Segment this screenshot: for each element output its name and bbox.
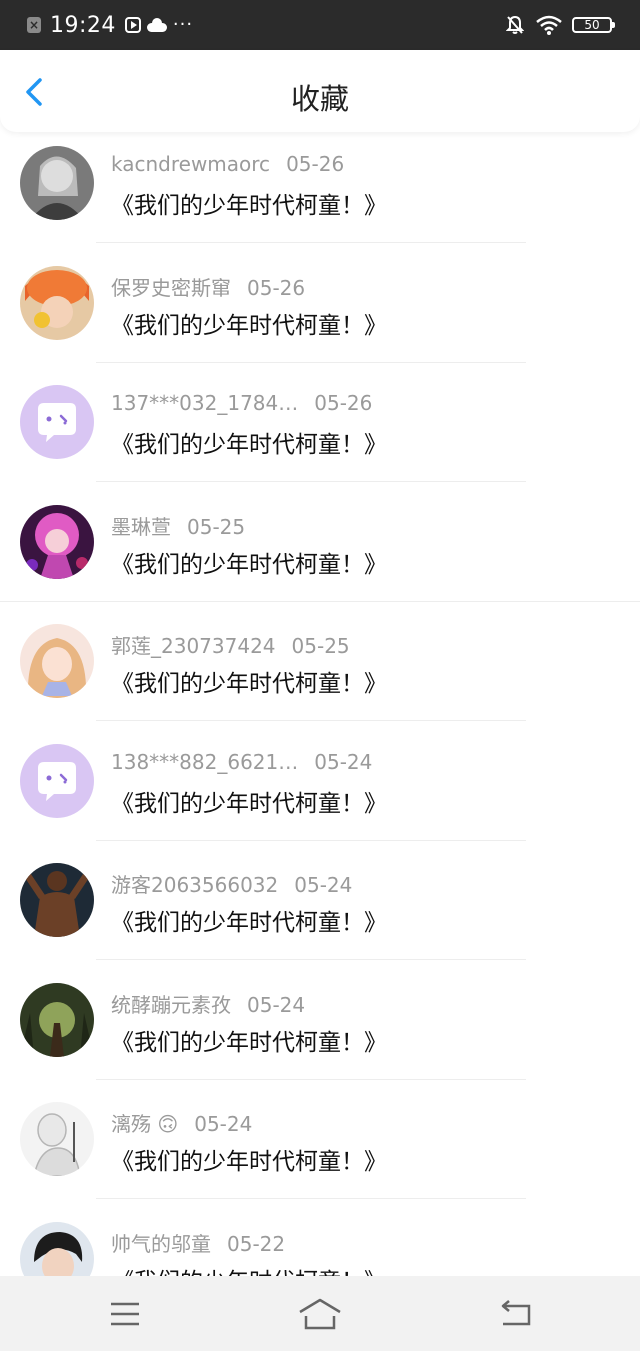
date: 05-25 <box>187 514 246 539</box>
favorite-title: 《我们的少年时代柯童！》 <box>111 910 387 936</box>
divider <box>96 361 526 363</box>
list-item[interactable]: 游客2063566032 05-24 《我们的少年时代柯童！》 <box>0 849 640 969</box>
default-avatar-icon[interactable] <box>20 743 94 818</box>
date: 05-24 <box>314 749 373 774</box>
favorite-title: 《我们的少年时代柯童！》 <box>111 1149 387 1175</box>
avatar[interactable] <box>20 265 94 340</box>
username: 统酵蹦元素孜 <box>111 992 231 1017</box>
avatar[interactable] <box>20 1102 94 1176</box>
play-icon <box>124 17 141 33</box>
page-title: 收藏 <box>290 82 349 116</box>
favorites-list: kacndrewmaorc 05-26 《我们的少年时代柯童！》 保罗史密斯窜 05… <box>0 132 640 1327</box>
menu-icon[interactable] <box>103 1298 147 1330</box>
date: 05-26 <box>314 391 373 415</box>
favorite-title: 《我们的少年时代柯童！》 <box>111 1029 387 1056</box>
divider <box>96 839 526 841</box>
navigation-bar: 收藏 <box>0 50 640 132</box>
username: 游客2063566032 <box>111 873 279 897</box>
date: 05-24 <box>194 1112 253 1136</box>
avatar[interactable] <box>20 982 94 1057</box>
status-bar: × 19:24 ··· 50 <box>0 0 640 50</box>
list-item[interactable]: kacndrewmaorc 05-26 《我们的少年时代柯童！》 <box>0 132 640 252</box>
favorite-title: 《我们的少年时代柯童！》 <box>111 432 387 458</box>
avatar[interactable] <box>20 624 94 698</box>
divider <box>96 481 526 482</box>
favorite-title: 《我们的少年时代柯童！》 <box>111 671 387 697</box>
username: 帅气的邬童 <box>111 1231 211 1256</box>
divider <box>96 1198 526 1199</box>
back-icon[interactable] <box>493 1298 537 1330</box>
default-avatar-icon[interactable] <box>20 385 94 459</box>
close-notification-icon: × <box>27 17 41 33</box>
list-item[interactable]: 郭莲_230737424 05-25 《我们的少年时代柯童！》 <box>0 610 640 730</box>
favorite-title: 《我们的少年时代柯童！》 <box>111 193 387 219</box>
divider <box>96 959 526 960</box>
bell-muted-icon <box>506 15 524 34</box>
divider <box>96 242 526 243</box>
username: 137***032_1784… <box>111 391 299 415</box>
clock-time: 19:24 <box>50 12 116 38</box>
list-item[interactable]: 138***882_6621… 05-24 《我们的少年时代柯童！》 <box>0 730 640 850</box>
avatar[interactable] <box>20 504 94 579</box>
username: 138***882_6621… <box>111 749 299 774</box>
home-icon[interactable] <box>298 1298 342 1330</box>
cloud-icon <box>146 18 167 32</box>
date: 05-24 <box>294 873 353 897</box>
more-notifications-icon: ··· <box>172 14 194 35</box>
list-item[interactable]: 137***032_1784… 05-26 《我们的少年时代柯童！》 <box>0 371 640 491</box>
date: 05-26 <box>286 152 345 176</box>
username: kacndrewmaorc <box>111 152 271 176</box>
favorite-title: 《我们的少年时代柯童！》 <box>111 312 387 339</box>
avatar[interactable] <box>20 146 94 220</box>
list-item[interactable]: 保罗史密斯窜 05-26 《我们的少年时代柯童！》 <box>0 252 640 372</box>
username: 郭莲_230737424 <box>111 634 276 658</box>
avatar[interactable] <box>20 863 94 937</box>
wifi-icon <box>536 15 562 35</box>
date: 05-25 <box>291 634 350 658</box>
system-navigation-bar <box>0 1276 640 1351</box>
battery-indicator: 50 <box>572 17 615 33</box>
username: 漓殇 🙃 <box>111 1112 179 1136</box>
favorite-title: 《我们的少年时代柯童！》 <box>111 790 387 817</box>
divider <box>0 600 640 602</box>
date: 05-22 <box>227 1231 286 1256</box>
username: 墨琳萱 <box>111 514 171 539</box>
username: 保罗史密斯窜 <box>111 275 231 300</box>
date: 05-24 <box>247 992 306 1017</box>
list-item[interactable]: 墨琳萱 05-25 《我们的少年时代柯童！》 <box>0 491 640 611</box>
divider <box>96 720 526 721</box>
list-item[interactable]: 统酵蹦元素孜 05-24 《我们的少年时代柯童！》 <box>0 969 640 1089</box>
divider <box>96 1078 526 1080</box>
date: 05-26 <box>247 275 306 300</box>
list-item[interactable]: 漓殇 🙃 05-24 《我们的少年时代柯童！》 <box>0 1088 640 1208</box>
favorite-title: 《我们的少年时代柯童！》 <box>111 551 387 578</box>
